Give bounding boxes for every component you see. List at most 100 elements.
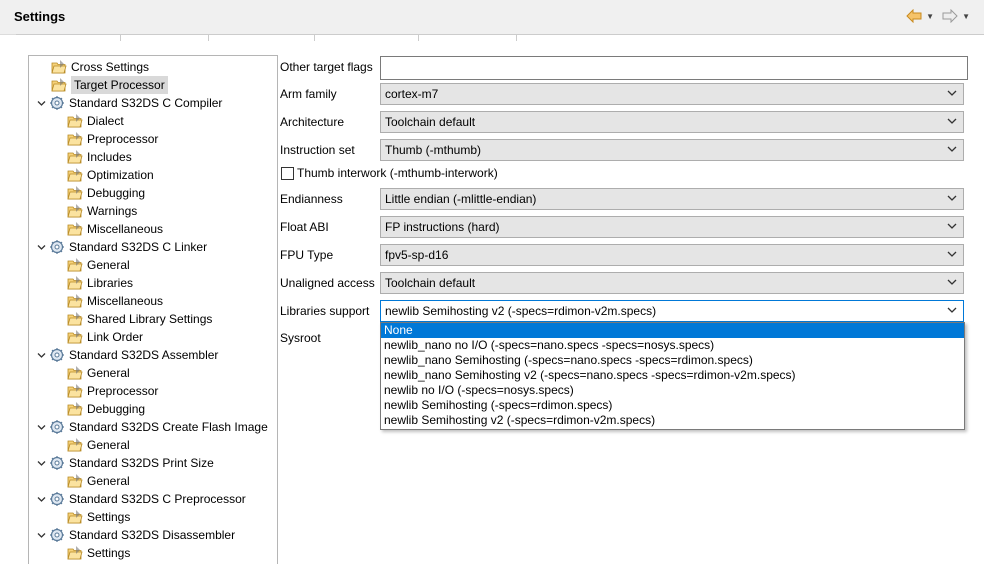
fpu-type-value: fpv5-sp-d16 <box>385 248 449 262</box>
fpu-type-select[interactable]: fpv5-sp-d16 <box>380 244 964 266</box>
architecture-label: Architecture <box>280 115 345 129</box>
tree-item[interactable]: Preprocessor <box>67 130 158 148</box>
other-target-flags-input[interactable] <box>380 56 968 80</box>
page-title: Settings <box>14 9 66 24</box>
dropdown-option[interactable]: newlib_nano no I/O (-specs=nano.specs -s… <box>381 338 964 353</box>
tree-category[interactable]: Standard S32DS C Compiler <box>35 94 222 112</box>
collapse-chevron-icon[interactable] <box>35 490 47 508</box>
settings-folder-icon <box>67 203 83 219</box>
libraries-support-select[interactable]: newlib Semihosting v2 (-specs=rdimon-v2m… <box>380 300 964 322</box>
chevron-down-icon <box>947 251 957 257</box>
settings-folder-icon <box>67 401 83 417</box>
tree-item[interactable]: Link Order <box>67 328 143 346</box>
collapse-chevron-icon[interactable] <box>35 418 47 436</box>
tree-item-label: Optimization <box>87 168 154 182</box>
architecture-value: Toolchain default <box>385 115 476 129</box>
settings-folder-icon <box>67 185 83 201</box>
tree-item[interactable]: General <box>67 256 130 274</box>
forward-arrow-icon[interactable] <box>942 9 958 23</box>
settings-folder-icon <box>67 473 83 489</box>
arm-family-select[interactable]: cortex-m7 <box>380 83 964 105</box>
settings-folder-icon <box>67 383 83 399</box>
tree-item-label: Link Order <box>87 330 144 344</box>
endianness-value: Little endian (-mlittle-endian) <box>385 192 537 206</box>
settings-folder-icon <box>67 329 83 345</box>
thumb-interwork-checkbox[interactable] <box>281 167 294 180</box>
dropdown-option[interactable]: newlib_nano Semihosting v2 (-specs=nano.… <box>381 368 964 383</box>
instruction-set-select[interactable]: Thumb (-mthumb) <box>380 139 964 161</box>
settings-folder-icon <box>51 59 67 75</box>
tree-item-label: Debugging <box>87 402 146 416</box>
other-target-flags-label: Other target flags <box>280 60 373 74</box>
tree-item-label: Miscellaneous <box>87 294 164 308</box>
dropdown-option[interactable]: newlib no I/O (-specs=nosys.specs) <box>381 383 964 398</box>
tab-divider <box>516 35 517 41</box>
tool-gear-icon <box>49 419 65 435</box>
back-menu-chevron-icon[interactable]: ▼ <box>926 12 934 21</box>
collapse-chevron-icon[interactable] <box>35 526 47 544</box>
forward-menu-chevron-icon[interactable]: ▼ <box>962 12 970 21</box>
tree-category[interactable]: Standard S32DS C Linker <box>35 238 207 256</box>
architecture-select[interactable]: Toolchain default <box>380 111 964 133</box>
tree-item-label: Target Processor <box>71 76 168 94</box>
tree-category[interactable]: Standard S32DS Disassembler <box>35 526 235 544</box>
tool-tabs-strip <box>16 34 984 43</box>
tree-category[interactable]: Standard S32DS Assembler <box>35 346 218 364</box>
dropdown-option[interactable]: None <box>381 323 964 338</box>
tree-item[interactable]: Shared Library Settings <box>67 310 212 328</box>
tree-item[interactable]: Cross Settings <box>51 58 149 76</box>
tool-gear-icon <box>49 95 65 111</box>
float-abi-select[interactable]: FP instructions (hard) <box>380 216 964 238</box>
chevron-down-icon <box>947 279 957 285</box>
settings-folder-icon <box>67 545 83 561</box>
tree-item[interactable]: General <box>67 472 130 490</box>
tree-item[interactable]: Settings <box>67 508 130 526</box>
tool-settings-tree: Cross Settings Target Processor Standard S… <box>28 55 278 564</box>
tree-item[interactable]: Preprocessor <box>67 382 158 400</box>
settings-folder-icon <box>67 437 83 453</box>
tree-item[interactable]: Target Processor <box>51 76 168 94</box>
dropdown-option[interactable]: newlib Semihosting (-specs=rdimon.specs) <box>381 398 964 413</box>
unaligned-access-select[interactable]: Toolchain default <box>380 272 964 294</box>
tree-item[interactable]: Debugging <box>67 400 145 418</box>
tree-item[interactable]: Includes <box>67 148 132 166</box>
tree-item[interactable]: Miscellaneous <box>67 292 163 310</box>
libraries-support-label: Libraries support <box>280 304 370 318</box>
unaligned-access-value: Toolchain default <box>385 276 476 290</box>
tree-item[interactable]: Debugging <box>67 184 145 202</box>
dropdown-option[interactable]: newlib_nano Semihosting (-specs=nano.spe… <box>381 353 964 368</box>
tree-item[interactable]: Settings <box>67 544 130 562</box>
collapse-chevron-icon[interactable] <box>35 346 47 364</box>
thumb-interwork-label[interactable]: Thumb interwork (-mthumb-interwork) <box>297 166 498 180</box>
collapse-chevron-icon[interactable] <box>35 454 47 472</box>
tool-gear-icon <box>49 239 65 255</box>
tree-item[interactable]: Optimization <box>67 166 154 184</box>
settings-folder-icon <box>67 365 83 381</box>
tree-category[interactable]: Standard S32DS Print Size <box>35 454 214 472</box>
tree-item[interactable]: Warnings <box>67 202 137 220</box>
tree-category[interactable]: Standard S32DS C Preprocessor <box>35 490 246 508</box>
tree-item[interactable]: General <box>67 436 130 454</box>
arm-family-label: Arm family <box>280 87 337 101</box>
float-abi-label: Float ABI <box>280 220 329 234</box>
tree-item-label: Standard S32DS Create Flash Image <box>69 420 268 434</box>
fpu-type-label: FPU Type <box>280 248 334 262</box>
tool-gear-icon <box>49 347 65 363</box>
tab-divider <box>314 35 315 41</box>
tree-item-label: Cross Settings <box>71 60 150 74</box>
collapse-chevron-icon[interactable] <box>35 238 47 256</box>
tree-item-label: Settings <box>87 546 131 560</box>
tree-item[interactable]: Libraries <box>67 274 133 292</box>
dropdown-option[interactable]: newlib Semihosting v2 (-specs=rdimon-v2m… <box>381 413 964 428</box>
collapse-chevron-icon[interactable] <box>35 94 47 112</box>
sysroot-label: Sysroot <box>280 331 321 345</box>
chevron-down-icon <box>947 195 957 201</box>
tree-item[interactable]: General <box>67 364 130 382</box>
tree-item[interactable]: Miscellaneous <box>67 220 163 238</box>
tree-item[interactable]: Dialect <box>67 112 124 130</box>
endianness-select[interactable]: Little endian (-mlittle-endian) <box>380 188 964 210</box>
instruction-set-value: Thumb (-mthumb) <box>385 143 482 157</box>
back-arrow-icon[interactable] <box>906 9 922 23</box>
float-abi-value: FP instructions (hard) <box>385 220 500 234</box>
tree-category[interactable]: Standard S32DS Create Flash Image <box>35 418 268 436</box>
